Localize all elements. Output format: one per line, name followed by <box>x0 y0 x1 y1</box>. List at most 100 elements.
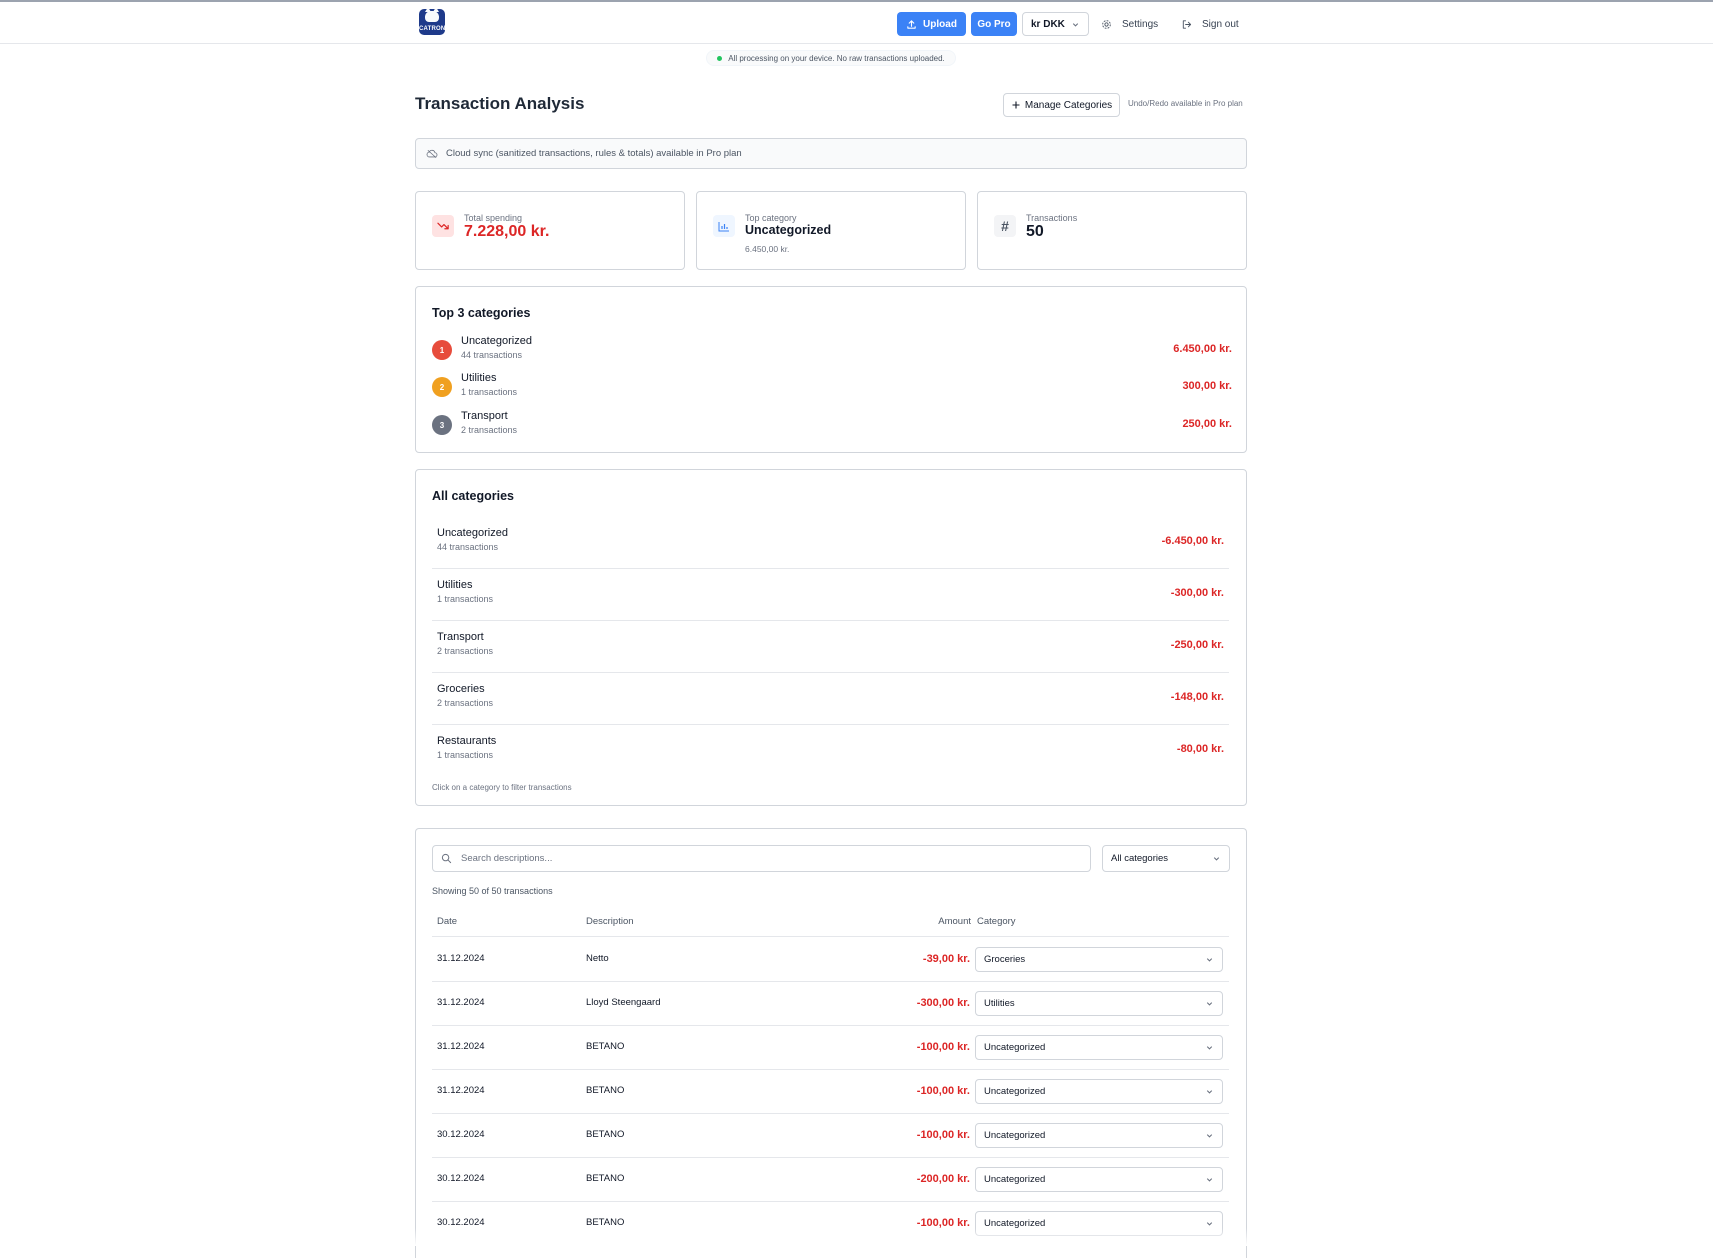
row-category-select[interactable]: Uncategorized <box>975 1167 1223 1192</box>
chevron-down-icon <box>1206 1178 1213 1182</box>
chevron-down-icon <box>1206 1222 1213 1226</box>
scroll-fade <box>415 1228 1247 1246</box>
rank-badge: 1 <box>432 340 452 360</box>
row-amount: -200,00 kr. <box>916 1173 970 1185</box>
row-amount: -100,00 kr. <box>916 1129 970 1141</box>
category-row-groceries[interactable]: Groceries 2 transactions -148,00 kr. <box>432 673 1229 725</box>
manage-categories-button[interactable]: Manage Categories <box>1003 93 1120 117</box>
cat-logo-icon <box>425 9 439 22</box>
top-categories-title: Top 3 categories <box>432 306 531 320</box>
row-description: BETANO <box>586 1129 625 1140</box>
row-description: Netto <box>586 953 609 964</box>
rank-category-name: Uncategorized <box>461 335 532 347</box>
rank-category-name: Utilities <box>461 372 497 384</box>
privacy-notice-text: All processing on your device. No raw tr… <box>728 53 945 63</box>
cloud-sync-banner: Cloud sync (sanitized transactions, rule… <box>415 138 1247 169</box>
rank-category-count: 2 transactions <box>461 425 518 435</box>
category-count: 1 transactions <box>437 594 494 604</box>
search-box[interactable] <box>432 845 1091 872</box>
category-name: Restaurants <box>437 735 497 747</box>
rank-badge: 2 <box>432 377 452 397</box>
table-row: 30.12.2024 BETANO -100,00 kr. Uncategori… <box>432 1114 1229 1158</box>
go-pro-button[interactable]: Go Pro <box>971 12 1017 36</box>
row-date: 30.12.2024 <box>437 1173 485 1184</box>
column-header-category[interactable]: Category <box>977 916 1016 927</box>
category-row-transport[interactable]: Transport 2 transactions -250,00 kr. <box>432 621 1229 673</box>
top-category-amount: 6.450,00 kr. <box>745 244 790 254</box>
category-amount: -250,00 kr. <box>1170 639 1224 651</box>
top-category-card: Top category Uncategorized 6.450,00 kr. <box>696 191 966 270</box>
upload-button[interactable]: Upload <box>897 12 966 36</box>
row-category-value: Groceries <box>984 954 1026 965</box>
currency-value: kr DKK <box>1031 18 1065 30</box>
settings-link[interactable]: Settings <box>1101 12 1158 36</box>
sign-out-link[interactable]: Sign out <box>1181 12 1239 36</box>
row-category-select[interactable]: Uncategorized <box>975 1123 1223 1148</box>
chevron-down-icon <box>1206 1090 1213 1094</box>
category-count: 2 transactions <box>437 646 494 656</box>
row-amount: -300,00 kr. <box>916 997 970 1009</box>
category-count: 1 transactions <box>437 750 494 760</box>
row-description: BETANO <box>586 1217 625 1228</box>
manage-categories-label: Manage Categories <box>1024 99 1113 111</box>
column-header-amount[interactable]: Amount <box>938 916 971 927</box>
rank-badge: 3 <box>432 415 452 435</box>
currency-select[interactable]: kr DKK <box>1022 12 1089 36</box>
cloud-off-icon <box>426 149 438 158</box>
row-category-value: Uncategorized <box>984 1130 1046 1141</box>
column-header-date[interactable]: Date <box>437 916 457 927</box>
row-description: Lloyd Steengaard <box>586 997 661 1008</box>
row-category-select[interactable]: Uncategorized <box>975 1035 1223 1060</box>
column-header-description[interactable]: Description <box>586 916 634 927</box>
row-date: 31.12.2024 <box>437 953 485 964</box>
search-icon <box>441 853 452 864</box>
row-description: BETANO <box>586 1173 625 1184</box>
chevron-down-icon <box>1206 1046 1213 1050</box>
all-categories-title: All categories <box>432 489 514 503</box>
row-date: 30.12.2024 <box>437 1217 485 1228</box>
row-category-select[interactable]: Utilities <box>975 991 1223 1016</box>
rank-category-count: 44 transactions <box>461 350 523 360</box>
plus-icon <box>1012 101 1020 109</box>
rank-category-amount: 250,00 kr. <box>1182 418 1232 430</box>
category-filter-value: All categories <box>1111 853 1169 864</box>
category-amount: -80,00 kr. <box>1176 743 1224 755</box>
rank-category-amount: 6.450,00 kr. <box>1173 343 1232 355</box>
app-header: CATRON Upload Go Pro kr DKK Settings Sig… <box>0 2 1713 44</box>
row-description: BETANO <box>586 1085 625 1096</box>
category-row-uncategorized[interactable]: Uncategorized 44 transactions -6.450,00 … <box>432 517 1229 569</box>
top-category-row[interactable]: 2 Utilities 1 transactions 300,00 kr. <box>432 372 1232 400</box>
rank-category-name: Transport <box>461 410 508 422</box>
top-category-label: Top category <box>745 213 797 223</box>
row-category-value: Uncategorized <box>984 1086 1046 1097</box>
category-row-utilities[interactable]: Utilities 1 transactions -300,00 kr. <box>432 569 1229 621</box>
table-row: 31.12.2024 Netto -39,00 kr. Groceries <box>432 938 1229 982</box>
top-category-row[interactable]: 3 Transport 2 transactions 250,00 kr. <box>432 410 1232 438</box>
row-category-select[interactable]: Groceries <box>975 947 1223 972</box>
bar-chart-icon <box>713 215 735 237</box>
category-name: Utilities <box>437 579 473 591</box>
go-pro-label: Go Pro <box>977 18 1011 30</box>
page-title: Transaction Analysis <box>415 94 585 113</box>
transactions-count-value: 50 <box>1026 223 1044 240</box>
total-spending-card: Total spending 7.228,00 kr. <box>415 191 685 270</box>
chevron-down-icon <box>1206 1134 1213 1138</box>
row-date: 31.12.2024 <box>437 997 485 1008</box>
category-amount: -6.450,00 kr. <box>1161 535 1224 547</box>
sign-out-label: Sign out <box>1202 18 1239 30</box>
row-category-value: Uncategorized <box>984 1042 1046 1053</box>
category-filter-select[interactable]: All categories <box>1102 845 1230 872</box>
category-row-restaurants[interactable]: Restaurants 1 transactions -80,00 kr. <box>432 725 1229 777</box>
top-category-row[interactable]: 1 Uncategorized 44 transactions 6.450,00… <box>432 335 1232 363</box>
search-input[interactable] <box>459 852 1059 865</box>
table-header-divider <box>432 936 1229 937</box>
catron-logo[interactable]: CATRON <box>419 9 445 35</box>
category-name: Transport <box>437 631 484 643</box>
category-filter-hint: Click on a category to filter transactio… <box>432 783 572 792</box>
category-name: Groceries <box>437 683 485 695</box>
row-category-select[interactable]: Uncategorized <box>975 1079 1223 1104</box>
category-count: 44 transactions <box>437 542 499 552</box>
showing-count: Showing 50 of 50 transactions <box>432 886 553 896</box>
upload-icon <box>907 19 916 29</box>
transactions-card: All categories Showing 50 of 50 transact… <box>415 828 1247 1258</box>
